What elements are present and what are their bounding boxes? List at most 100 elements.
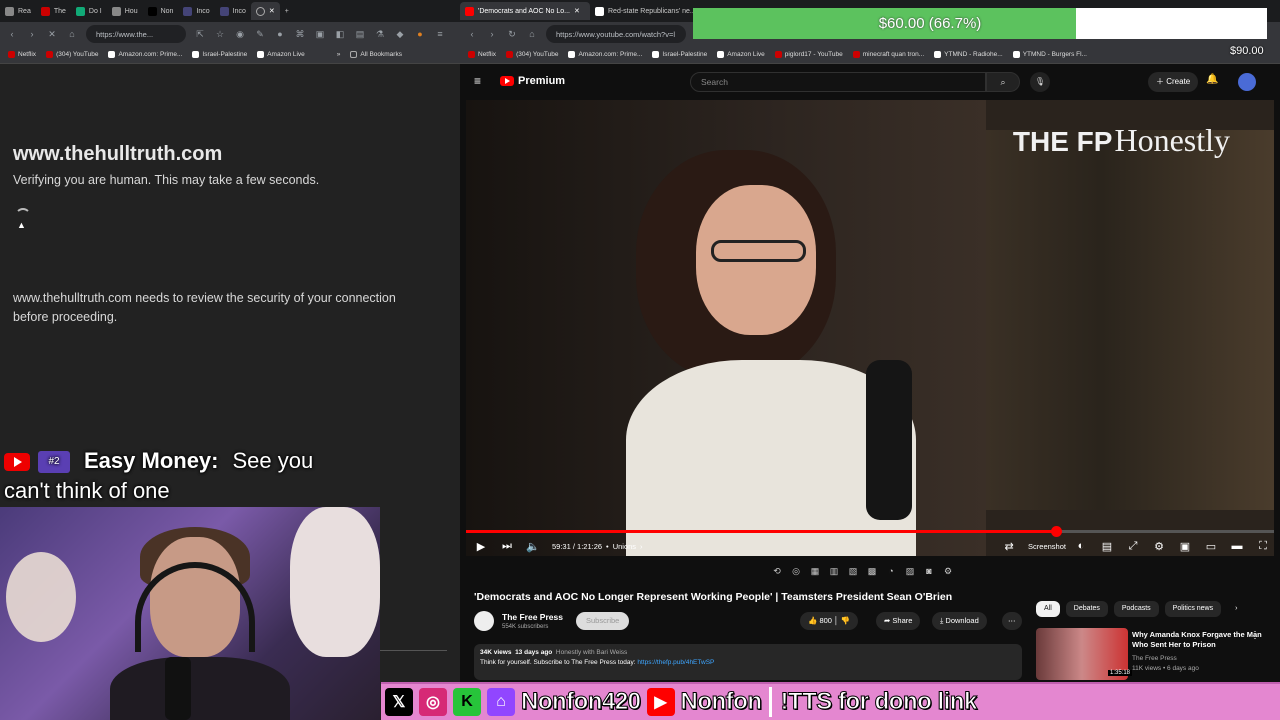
extension-icon[interactable]: ▤ xyxy=(354,28,366,40)
home-icon[interactable]: ⌂ xyxy=(66,28,78,40)
bookmark-amazon-live[interactable]: Amazon Live xyxy=(717,51,765,58)
speed-icon[interactable]: ◔ xyxy=(884,566,898,578)
back-icon[interactable]: ‹ xyxy=(466,28,478,40)
tab-2[interactable]: The xyxy=(36,2,71,20)
search-icon[interactable]: ⌕ xyxy=(986,72,1020,92)
chip-debates[interactable]: Debates xyxy=(1065,601,1108,617)
extension-icon[interactable]: ◧ xyxy=(334,28,346,40)
bookmark-star-icon[interactable]: ☆ xyxy=(214,28,226,40)
tab-youtube-video[interactable]: 'Democrats and AOC No Lo... ✕ xyxy=(460,2,590,20)
youtube-premium-logo[interactable]: Premium xyxy=(500,75,565,87)
video-description[interactable]: 34K views 13 days ago Honestly with Bari… xyxy=(474,644,1022,680)
chips-next-icon[interactable]: › xyxy=(1227,601,1245,617)
recommendation-menu-icon[interactable]: ⋮ xyxy=(1250,630,1260,641)
address-bar[interactable]: https://www.youtube.com/watch?v=l xyxy=(546,25,686,43)
grid-icon[interactable]: ▩ xyxy=(865,566,879,578)
miniplayer-icon[interactable]: ▣ xyxy=(1174,537,1196,555)
flask-icon[interactable]: ⚗ xyxy=(374,28,386,40)
subscribe-button[interactable]: Subscribe xyxy=(576,612,630,630)
bookmark-minecraft[interactable]: minecraft quan tron... xyxy=(852,51,924,58)
camera-icon[interactable]: ◙ xyxy=(922,566,936,578)
autoplay-icon[interactable]: ⇄ xyxy=(998,537,1020,555)
tab-7[interactable]: Inco xyxy=(215,2,251,20)
chip-politics-news[interactable]: Politics news xyxy=(1164,601,1222,617)
volume-icon[interactable]: 🔈 xyxy=(522,537,544,555)
fullscreen-icon[interactable]: ⛶ xyxy=(1252,537,1274,555)
audio-icon[interactable]: ◎ xyxy=(789,566,803,578)
video-player[interactable]: THE FPHonestly xyxy=(466,100,1274,556)
video-progress-bar[interactable] xyxy=(466,526,1274,537)
bookmarks-overflow-icon[interactable]: » xyxy=(337,51,341,58)
cast-icon[interactable]: ▬ xyxy=(1226,537,1248,555)
reload-icon[interactable]: ↻ xyxy=(506,28,518,40)
extension-icon[interactable]: ✎ xyxy=(254,28,266,40)
extension-icon[interactable]: ● xyxy=(274,28,286,40)
bookmark-ytmnd-radiohead[interactable]: YTMND - Radiohe... xyxy=(934,51,1003,58)
bookmark-youtube[interactable]: (304) YouTube xyxy=(46,51,98,58)
bookmark-amazon[interactable]: Amazon.com: Prime... xyxy=(568,51,642,58)
tab-1[interactable]: Rea xyxy=(0,2,36,20)
close-tab-icon[interactable]: ✕ xyxy=(574,7,580,15)
recommendation-channel[interactable]: The Free Press xyxy=(1132,654,1199,664)
share-button[interactable]: ➦ Share xyxy=(876,612,921,630)
tab-active-loading[interactable]: ✕ xyxy=(250,2,280,20)
chip-podcasts[interactable]: Podcasts xyxy=(1113,601,1159,617)
close-tab-icon[interactable]: ✕ xyxy=(269,7,275,15)
extension-icon[interactable]: ▣ xyxy=(314,28,326,40)
download-button[interactable]: ⤓ Download xyxy=(932,612,987,630)
reload-icon[interactable]: ✕ xyxy=(46,28,58,40)
bookmark-amazon-live[interactable]: Amazon Live xyxy=(257,51,305,58)
picture-icon[interactable]: ▧ xyxy=(846,566,860,578)
playlist-link[interactable]: Honestly with Bari Weiss xyxy=(556,649,627,656)
notifications-bell-icon[interactable]: 🔔 xyxy=(1206,74,1218,85)
tab-article[interactable]: Red-state Republicans' ne... xyxy=(590,2,710,20)
extension-icon[interactable]: ◉ xyxy=(234,28,246,40)
account-avatar[interactable] xyxy=(1238,73,1256,91)
all-bookmarks[interactable]: All Bookmarks xyxy=(350,51,402,58)
forward-icon[interactable]: › xyxy=(26,28,38,40)
bookmark-israel-palestine[interactable]: Israel-Palestine xyxy=(652,51,707,58)
film-icon[interactable]: ▥ xyxy=(827,566,841,578)
channel-avatar[interactable] xyxy=(474,611,494,631)
tab-6[interactable]: Inco xyxy=(178,2,214,20)
description-link[interactable]: https://thefp.pub/4hETwSP xyxy=(637,659,714,666)
settings-gear-icon[interactable]: ⚙ xyxy=(1148,537,1170,555)
back-icon[interactable]: ‹ xyxy=(6,28,18,40)
chapter-label[interactable]: Unions xyxy=(613,542,636,551)
chip-all[interactable]: All xyxy=(1036,601,1060,617)
share-icon[interactable]: ⇱ xyxy=(194,28,206,40)
chapter-chevron-icon[interactable]: › xyxy=(640,542,643,551)
bookmark-ytmnd-burgers[interactable]: YTMND - Burgers Fl... xyxy=(1012,51,1087,58)
tab-4[interactable]: Hou xyxy=(107,2,143,20)
bookmark-piglord[interactable]: piglord17 - YouTube xyxy=(774,51,843,58)
bookmark-netflix[interactable]: Netflix xyxy=(468,51,496,58)
next-icon[interactable]: ⏭ xyxy=(496,537,518,555)
theater-mode-icon[interactable]: ▭ xyxy=(1200,537,1222,555)
tab-3[interactable]: Do I xyxy=(71,2,107,20)
more-actions-icon[interactable]: ⋯ xyxy=(1002,612,1022,630)
extension-icon[interactable]: ⌘ xyxy=(294,28,306,40)
home-icon[interactable]: ⌂ xyxy=(526,28,538,40)
bookmark-israel-palestine[interactable]: Israel-Palestine xyxy=(192,51,247,58)
tab-5[interactable]: Non xyxy=(143,2,179,20)
voice-search-icon[interactable]: 🎙 xyxy=(1030,72,1050,92)
bookmark-netflix[interactable]: Netflix xyxy=(8,51,36,58)
menu-icon[interactable]: ≡ xyxy=(434,28,446,40)
screenshot-label[interactable]: Screenshot xyxy=(1028,542,1066,551)
hamburger-menu-icon[interactable]: ≡ xyxy=(474,74,481,88)
search-input[interactable]: Search xyxy=(690,72,986,92)
expand-icon[interactable]: ⤢ xyxy=(1122,537,1144,555)
forward-icon[interactable]: › xyxy=(486,28,498,40)
recommendation-title[interactable]: Why Amanda Knox Forgave the Man Who Sent… xyxy=(1132,630,1262,650)
address-bar[interactable]: https://www.the... xyxy=(86,25,186,43)
profile-icon[interactable]: ● xyxy=(414,28,426,40)
subtitles-icon[interactable]: ▤ xyxy=(1096,537,1118,555)
bookmark-amazon[interactable]: Amazon.com: Prime... xyxy=(108,51,182,58)
extension-icon[interactable]: ◆ xyxy=(394,28,406,40)
bookmark-youtube[interactable]: (304) YouTube xyxy=(506,51,558,58)
create-button[interactable]: ＋ Create xyxy=(1148,72,1199,92)
extension-settings-icon[interactable]: ⚙ xyxy=(941,566,955,578)
like-button[interactable]: 👍 800 │ 👎 xyxy=(800,612,859,630)
play-icon[interactable]: ▶ xyxy=(470,537,492,555)
channel-name[interactable]: The Free Press xyxy=(502,612,563,622)
